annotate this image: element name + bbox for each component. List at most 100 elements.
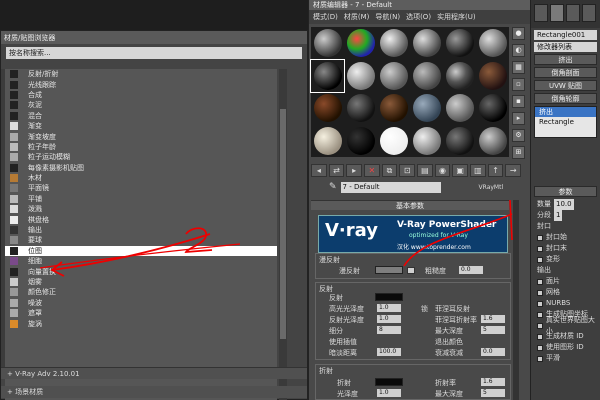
smooth-row[interactable]: 平滑 [531,353,600,364]
segments-input[interactable]: 1 [554,210,563,221]
map-list-item[interactable]: 渐变 [5,121,277,131]
params-rollout-header[interactable]: 参数 [534,186,597,197]
modifier-button[interactable]: 倒角剖面 [534,67,597,78]
stack-item-rectangle[interactable]: Rectangle [535,117,596,127]
show-end-result-button[interactable]: ▥ [470,164,486,177]
map-list-item[interactable]: 反射/折射 [5,69,277,79]
sample-slot[interactable] [344,60,377,93]
cap-end-checkbox[interactable] [537,245,543,252]
map-list-item[interactable]: 位图 [5,245,277,257]
morph-radio[interactable] [537,256,543,263]
smooth-checkbox[interactable] [537,355,543,362]
sample-slot[interactable] [443,125,476,158]
sample-slot[interactable] [476,60,509,93]
nurbs-option[interactable]: NURBS [531,298,600,309]
copy-material-button[interactable]: ⧉ [381,164,398,177]
reflection-param-input[interactable]: 1.0 [377,315,401,323]
map-list-item[interactable]: 平面镜 [5,183,277,193]
cap-start-row[interactable]: 封口始 [531,232,600,243]
editor-scrollbar[interactable] [513,200,519,400]
map-list-item[interactable]: 烟雾 [5,277,277,287]
sample-slot[interactable] [311,27,344,60]
material-id-button[interactable]: ◉ [434,164,451,177]
rollout-basic-header[interactable]: 基本参数 [311,200,509,210]
assign-material-button[interactable]: ▸ [346,164,363,177]
modify-tab[interactable] [550,4,564,22]
select-by-material-button[interactable]: ⊞ [512,146,525,159]
eyedropper-icon[interactable]: ✎ [329,182,337,192]
mesh-radio[interactable] [537,289,543,296]
map-list-item[interactable]: 细胞 [5,256,277,266]
motion-tab[interactable] [582,4,596,22]
modifier-button[interactable]: 挤出 [534,54,597,65]
create-tab[interactable] [534,4,548,22]
reflection-right-param-input[interactable]: 0.0 [481,348,505,356]
menu-item[interactable]: 实用程序(U) [437,12,476,22]
map-list-item[interactable]: 灰泥 [5,100,277,110]
sample-slot[interactable] [377,92,410,125]
refraction-param-input[interactable]: 1.0 [377,389,401,397]
browser-search-input[interactable]: 按名称搜索... [6,47,302,59]
amount-input[interactable]: 10.0 [554,199,574,210]
go-forward-sibling-button[interactable]: → [505,164,522,177]
real-world-row[interactable]: 真实世界贴图大小 [531,316,600,335]
make-unique-button[interactable]: ⊡ [399,164,416,177]
map-list-item[interactable]: 合成 [5,90,277,100]
map-list-item[interactable]: 粒子运动模糊 [5,152,277,162]
map-list-item[interactable]: 遮罩 [5,308,277,318]
get-material-button[interactable]: ◂ [311,164,327,177]
vray-group-header[interactable]: + V-Ray Adv 2.10.01 [1,367,307,379]
morph-option[interactable]: 变形 [531,254,600,265]
use-shape-id-checkbox[interactable] [537,344,543,351]
reflection-param-input[interactable]: 100.0 [377,348,401,356]
backlight-button[interactable]: ◐ [512,44,525,57]
map-list-item[interactable]: 噪波 [5,298,277,308]
refraction-right-param-input[interactable]: 1.6 [481,378,505,386]
background-button[interactable]: ▦ [512,61,525,74]
map-list-item[interactable]: 输出 [5,225,277,235]
sample-slot[interactable] [410,125,443,158]
map-list-item[interactable]: 旋涡 [5,318,277,328]
map-list-item[interactable]: 混合 [5,111,277,121]
sample-slot[interactable] [344,92,377,125]
options-button[interactable]: ⚙ [512,129,525,142]
menu-item[interactable]: 材质(M) [344,12,370,22]
patch-option[interactable]: 面片 [531,276,600,287]
sample-slot[interactable] [377,60,410,93]
menu-item[interactable]: 模式(D) [313,12,338,22]
map-list-item[interactable]: 颜色修正 [5,287,277,297]
put-to-library-button[interactable]: ▤ [417,164,433,177]
sample-slot[interactable] [476,125,509,158]
material-type-button[interactable]: VRayMtl [479,184,504,191]
map-list-item[interactable]: 泼溅 [5,204,277,214]
hierarchy-tab[interactable] [566,4,580,22]
sample-slot[interactable] [311,125,344,158]
video-color-button[interactable]: ▪ [512,95,525,108]
sample-slot[interactable] [476,27,509,60]
reflection-param-input[interactable]: 1.0 [377,304,401,312]
make-preview-button[interactable]: ▸ [512,112,525,125]
mesh-option[interactable]: 网格 [531,287,600,298]
sample-slot[interactable] [344,27,377,60]
stack-item-extrude[interactable]: 挤出 [535,107,596,117]
reflection-right-param-input[interactable]: 1.6 [481,315,505,323]
browser-titlebar[interactable]: 材质/贴图浏览器 [1,31,307,44]
sample-slot[interactable] [443,27,476,60]
map-list-item[interactable]: 要球 [5,235,277,245]
map-list-item[interactable]: 每像素摄影机贴图 [5,163,277,173]
map-list-item[interactable]: 木材 [5,173,277,183]
modifier-button[interactable]: 倒角轮廓 [534,93,597,104]
sample-slot[interactable] [443,60,476,93]
sample-slot[interactable] [377,27,410,60]
sample-slot[interactable] [410,92,443,125]
map-list-item[interactable]: 粒子年龄 [5,142,277,152]
sample-slot[interactable] [377,125,410,158]
map-list-item[interactable]: 向量置换 [5,266,277,276]
editor-titlebar[interactable]: 材质编辑器 - 7 - Default [309,0,530,10]
use-shape-id-row[interactable]: 使用图形 ID [531,342,600,353]
roughness-input[interactable]: 0.0 [459,266,483,274]
scrollbar-thumb[interactable] [280,109,286,339]
menu-item[interactable]: 导航(N) [375,12,400,22]
sample-slot[interactable] [310,58,345,93]
material-name-field[interactable]: 7 - Default [340,181,441,193]
